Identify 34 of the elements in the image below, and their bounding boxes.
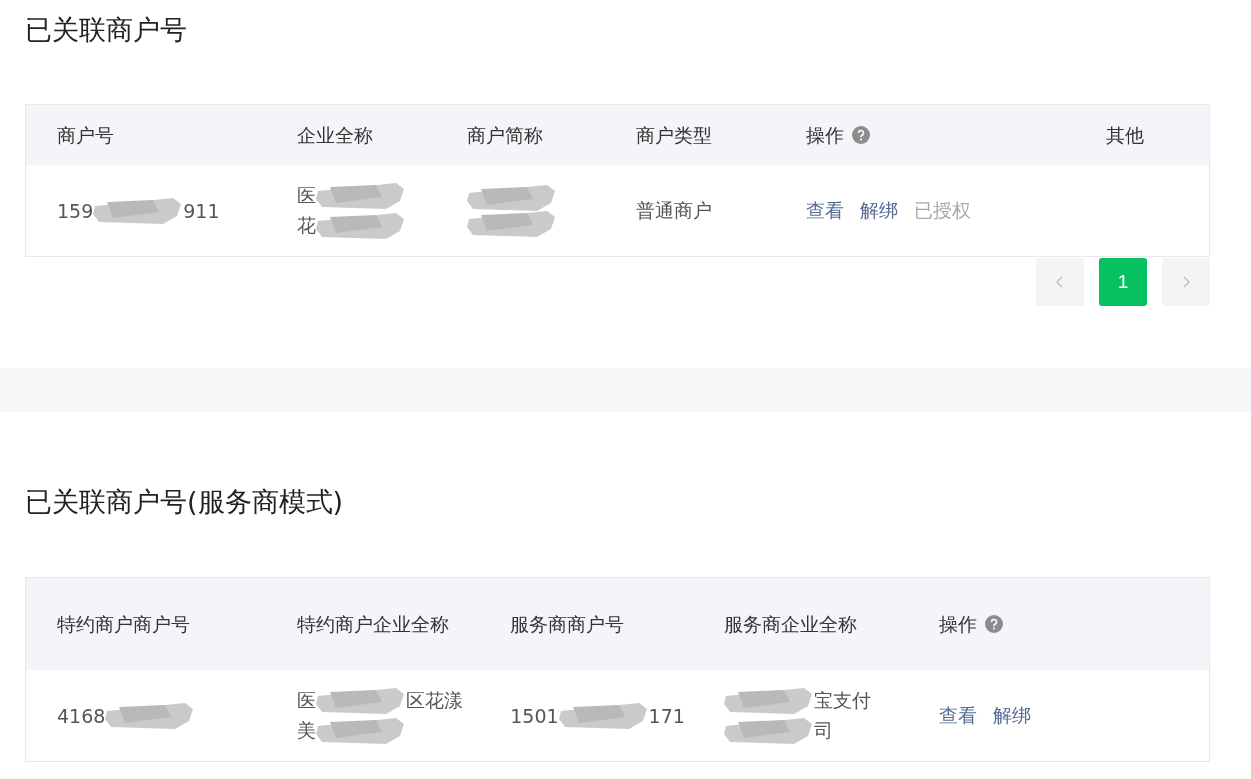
column-header: 操作 xyxy=(806,122,844,148)
action-link[interactable]: 查看 xyxy=(938,702,977,729)
cell-text: 医 xyxy=(296,687,316,713)
cell-text: 司 xyxy=(813,717,833,743)
cell-text: 普通商户 xyxy=(636,197,712,223)
action-link[interactable]: 解绑 xyxy=(860,197,898,224)
cell-text: 4168 xyxy=(57,704,106,727)
cell-text: 1501 xyxy=(510,704,559,727)
cell-text: 911 xyxy=(183,199,220,222)
cell-text: 宝支付 xyxy=(813,687,871,713)
cell-text: 花 xyxy=(297,212,316,238)
column-header: 特约商户企业全称 xyxy=(296,611,449,637)
help-icon[interactable] xyxy=(984,615,1003,633)
chevron-right-icon xyxy=(1181,275,1191,289)
cell-text: 171 xyxy=(648,704,685,727)
help-icon[interactable] xyxy=(852,126,870,144)
action-link[interactable]: 解绑 xyxy=(992,702,1031,729)
cell-text: 区花漾 xyxy=(405,687,463,713)
column-header: 商户类型 xyxy=(636,122,712,148)
column-header: 操作 xyxy=(938,611,977,637)
column-header: 企业全称 xyxy=(297,122,373,148)
column-header: 其他 xyxy=(1106,122,1144,148)
column-header: 商户简称 xyxy=(467,122,543,148)
column-header: 服务商商户号 xyxy=(510,611,625,637)
action-link[interactable]: 查看 xyxy=(806,197,844,224)
cell-text: 医 xyxy=(297,182,316,208)
column-header: 商户号 xyxy=(57,122,114,148)
cell-text: 159 xyxy=(57,199,94,222)
column-header: 特约商户商户号 xyxy=(57,611,190,637)
cell-text: 美 xyxy=(296,717,316,743)
section-title: 已关联商户号(服务商模式) xyxy=(25,485,345,519)
chevron-left-icon xyxy=(1055,275,1065,289)
section-title: 已关联商户号 xyxy=(25,13,188,47)
column-header: 服务商企业全称 xyxy=(723,611,857,637)
